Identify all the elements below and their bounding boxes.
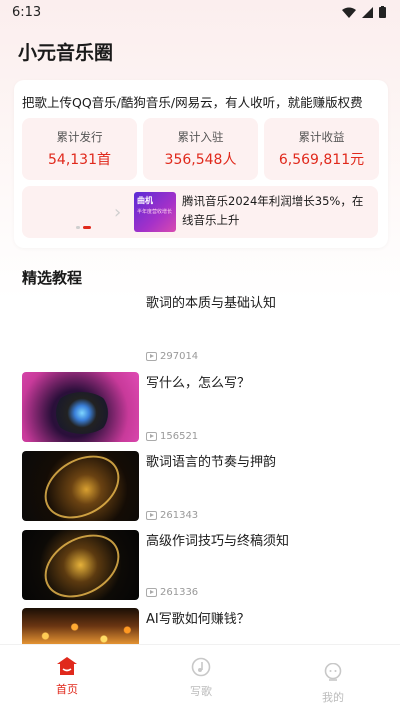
tab-label: 写歌 [190,685,212,698]
tutorial-thumbnail[interactable] [22,451,139,521]
tutorial-title[interactable]: 写什么，怎么写？ [146,372,250,391]
news-thumb-subtitle: 半年度营收增长 [137,209,173,215]
play-icon [146,588,157,597]
tutorial-title[interactable]: 高级作词技巧与终稿须知 [146,530,289,549]
tutorial-item[interactable]: 写什么，怎么写？ 156521 [22,372,378,442]
stat-earnings: 累计收益 6,569,811元 [264,118,379,180]
stats-row: 累计发行 54,131首 累计入驻 356,548人 累计收益 6,569,81… [22,118,379,180]
music-note-icon [191,657,211,677]
promo-text[interactable]: 把歌上传QQ音乐/酷狗音乐/网易云，有人收听，就能赚版权费 [22,92,363,111]
play-icon [146,432,157,441]
news-carousel[interactable]: › 曲机 半年度营收增长 腾讯音乐2024年利润增长35%，在线音乐上升 [22,186,378,238]
view-count-value: 297014 [160,351,199,362]
app-title: 小元音乐圈 [18,42,114,64]
news-headline[interactable]: 腾讯音乐2024年利润增长35%，在线音乐上升 [182,192,372,230]
profile-icon [324,663,342,681]
stat-label: 累计入驻 [177,130,224,144]
stat-members: 累计入驻 356,548人 [143,118,258,180]
news-thumb-title: 曲机 [137,196,153,205]
carousel-dot [76,226,80,229]
view-count: 156521 [146,431,198,442]
tutorial-thumbnail[interactable] [22,530,139,600]
tutorial-title[interactable]: 歌词语言的节奏与押韵 [146,451,276,470]
view-count-value: 156521 [160,431,199,442]
music-wave-graphic [33,530,131,600]
music-wave-graphic [33,451,131,521]
stat-value: 54,131首 [48,152,111,168]
tutorial-item[interactable]: 歌词的本质与基础认知 297014 [22,292,378,362]
view-count-value: 261336 [160,587,199,598]
stat-value: 356,548人 [164,152,237,168]
status-icons [342,6,386,18]
wifi-icon [342,7,356,18]
tab-label: 我的 [322,691,344,704]
view-count: 297014 [146,351,198,362]
overview-card: 把歌上传QQ音乐/酷狗音乐/网易云，有人收听，就能赚版权费 累计发行 54,13… [14,80,388,248]
stat-value: 6,569,811元 [278,152,365,168]
tab-write[interactable]: 写歌 [166,657,236,699]
tutorial-item[interactable]: AI写歌如何赚钱？ [22,608,378,648]
status-time: 6:13 [12,4,42,20]
bottom-tab-bar: 首页 写歌 我的 [0,644,400,712]
tutorial-thumbnail[interactable] [22,608,139,648]
stat-label: 累计收益 [298,130,345,144]
battery-icon [379,6,386,18]
stat-releases: 累计发行 54,131首 [22,118,137,180]
carousel-dot-active [83,226,91,229]
tab-label: 首页 [56,683,78,696]
play-icon [146,511,157,520]
view-count: 261343 [146,510,198,521]
signal-icon [362,6,373,18]
stat-label: 累计发行 [56,130,103,144]
home-icon [57,657,77,675]
carousel-indicator [76,226,91,229]
tutorial-item[interactable]: 歌词语言的节奏与押韵 261343 [22,451,378,521]
view-count-value: 261343 [160,510,199,521]
news-thumbnail[interactable]: 曲机 半年度营收增长 [134,192,176,232]
view-count: 261336 [146,587,198,598]
tutorial-title[interactable]: AI写歌如何赚钱？ [146,608,250,627]
play-icon [146,352,157,361]
tutorial-title[interactable]: 歌词的本质与基础认知 [146,292,276,311]
status-bar: 6:13 [0,0,400,24]
chevron-right-icon: › [114,202,122,223]
tutorial-item[interactable]: 高级作词技巧与终稿须知 261336 [22,530,378,600]
section-title: 精选教程 [22,269,83,287]
tutorial-thumbnail[interactable] [22,372,139,442]
tab-profile[interactable]: 我的 [298,663,368,705]
turntable-graphic [52,392,112,434]
tab-home[interactable]: 首页 [32,657,102,697]
